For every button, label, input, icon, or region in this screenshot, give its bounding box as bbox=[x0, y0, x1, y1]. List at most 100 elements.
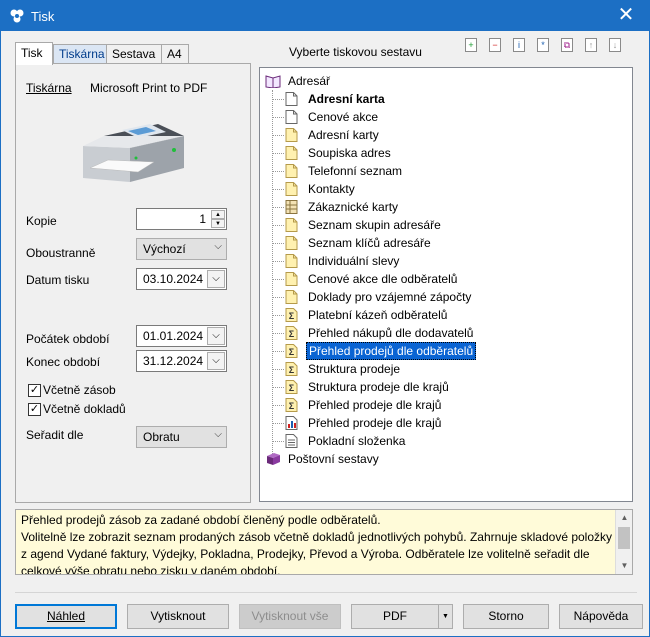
tree-connector bbox=[273, 333, 284, 334]
open-book-icon bbox=[265, 75, 281, 88]
period-end-field[interactable]: 31.12.2024 ⌵ bbox=[136, 350, 227, 372]
star-icon[interactable]: * bbox=[537, 38, 549, 52]
report-icon bbox=[285, 146, 298, 160]
chevron-down-icon[interactable]: ⌵ bbox=[207, 270, 225, 288]
chevron-down-icon[interactable]: ⌵ bbox=[207, 327, 225, 345]
tree-item-label: Cenové akce bbox=[308, 110, 379, 124]
tree-item-label: Pokladní složenka bbox=[308, 434, 406, 448]
tab-tiskarna[interactable]: Tiskárna bbox=[53, 44, 107, 64]
move-down-icon[interactable]: ↓ bbox=[609, 38, 621, 52]
printer-link[interactable]: Tiskárna bbox=[26, 81, 72, 95]
cancel-button[interactable]: Storno bbox=[463, 604, 549, 629]
report-icon bbox=[285, 218, 298, 232]
tree-connector bbox=[273, 153, 284, 154]
tree-item-label: Přehled prodejů dle odběratelů bbox=[306, 342, 477, 360]
chevron-down-icon[interactable]: ▼ bbox=[438, 605, 452, 628]
closed-book-icon bbox=[267, 453, 280, 465]
tree-root-label: Adresář bbox=[288, 74, 331, 88]
tree-connector bbox=[273, 369, 284, 370]
description-scrollbar[interactable]: ▲ ▼ bbox=[615, 510, 632, 574]
sort-label: Seřadit dle bbox=[26, 428, 84, 442]
svg-text:Σ: Σ bbox=[289, 311, 295, 321]
tree-connector bbox=[273, 279, 284, 280]
sum-report-icon: Σ bbox=[285, 308, 298, 322]
scroll-thumb[interactable] bbox=[618, 527, 630, 549]
include-docs-checkbox[interactable]: ✓ bbox=[28, 403, 41, 416]
spin-down-icon[interactable]: ▼ bbox=[211, 219, 225, 228]
chevron-down-icon: ⌵ bbox=[214, 429, 222, 440]
duplex-select[interactable]: Výchozí ⌵ bbox=[136, 238, 227, 260]
text-document-icon bbox=[285, 434, 298, 448]
preview-button[interactable]: Náhled bbox=[15, 604, 117, 629]
copy-icon[interactable]: ⧉ bbox=[561, 38, 573, 52]
tree-item-label: Telefonní seznam bbox=[308, 164, 403, 178]
tree-item-label: Adresní karta bbox=[308, 92, 385, 106]
scroll-up-icon[interactable]: ▲ bbox=[616, 510, 632, 526]
tree-connector bbox=[273, 315, 284, 316]
remove-icon[interactable]: − bbox=[489, 38, 501, 52]
tree-connector bbox=[273, 171, 284, 172]
print-settings-panel: Tiskárna Microsoft Print to PDF Kopie 1 … bbox=[15, 63, 251, 503]
report-select-heading: Vyberte tiskovou sestavu bbox=[289, 45, 422, 59]
tree-item-label: Platební kázeň odběratelů bbox=[308, 308, 448, 322]
duplex-label: Oboustranně bbox=[26, 246, 96, 260]
document-icon bbox=[285, 92, 298, 106]
close-icon[interactable]: ✕ bbox=[603, 1, 649, 31]
print-all-button: Vytisknout vše bbox=[239, 604, 341, 629]
chevron-down-icon[interactable]: ⌵ bbox=[207, 352, 225, 370]
copies-spin[interactable]: ▲ ▼ bbox=[211, 210, 225, 228]
tree-connector bbox=[273, 207, 284, 208]
title-bar: Tisk ✕ bbox=[1, 1, 649, 31]
svg-text:Σ: Σ bbox=[289, 383, 295, 393]
chart-report-icon bbox=[285, 416, 298, 430]
tree-item-label: Doklady pro vzájemné zápočty bbox=[308, 290, 472, 304]
tree-item-label: Kontakty bbox=[308, 182, 355, 196]
report-icon bbox=[285, 254, 298, 268]
tab-a4[interactable]: A4 bbox=[161, 44, 189, 64]
include-stock-label: Včetně zásob bbox=[43, 383, 116, 397]
tree-item-label: Přehled nákupů dle dodavatelů bbox=[308, 326, 474, 340]
tab-sestava[interactable]: Sestava bbox=[106, 44, 162, 64]
svg-text:Σ: Σ bbox=[289, 401, 295, 411]
document-icon bbox=[285, 110, 298, 124]
include-stock-checkbox[interactable]: ✓ bbox=[28, 384, 41, 397]
report-icon bbox=[285, 164, 298, 178]
print-button[interactable]: Vytisknout bbox=[127, 604, 229, 629]
tree-item-label: Seznam skupin adresáře bbox=[308, 218, 441, 232]
sort-select[interactable]: Obratu ⌵ bbox=[136, 426, 227, 448]
tree-connector bbox=[273, 225, 284, 226]
period-start-field[interactable]: 01.01.2024 ⌵ bbox=[136, 325, 227, 347]
tab-tisk[interactable]: Tisk bbox=[15, 42, 53, 65]
report-icon bbox=[285, 236, 298, 250]
tree-item-label: Struktura prodeje dle krajů bbox=[308, 380, 449, 394]
help-button[interactable]: Nápověda bbox=[559, 604, 643, 629]
scroll-down-icon[interactable]: ▼ bbox=[616, 558, 632, 574]
report-icon bbox=[285, 290, 298, 304]
svg-text:Σ: Σ bbox=[289, 365, 295, 375]
print-dialog: Tisk ✕ Tisk Tiskárna Sestava A4 Tiskárna… bbox=[0, 0, 650, 637]
tree-item-label: Struktura prodeje bbox=[308, 362, 401, 376]
tree-root-label: Poštovní sestavy bbox=[288, 452, 379, 466]
tree-connector bbox=[273, 189, 284, 190]
print-date-field[interactable]: 03.10.2024 ⌵ bbox=[136, 268, 227, 290]
pdf-button[interactable]: PDF ▼ bbox=[351, 604, 453, 629]
sum-report-icon: Σ bbox=[285, 362, 298, 376]
spin-up-icon[interactable]: ▲ bbox=[211, 210, 225, 219]
tree-connector bbox=[273, 243, 284, 244]
table-icon bbox=[285, 200, 298, 214]
tree-connector bbox=[273, 351, 284, 352]
move-up-icon[interactable]: ↑ bbox=[585, 38, 597, 52]
tree-connector bbox=[273, 261, 284, 262]
description-line: Přehled prodejů zásob za zadané období č… bbox=[21, 513, 381, 527]
copies-label: Kopie bbox=[26, 214, 57, 228]
copies-stepper[interactable]: 1 ▲ ▼ bbox=[136, 208, 227, 230]
printer-app-icon bbox=[10, 9, 24, 23]
add-icon[interactable]: + bbox=[465, 38, 477, 52]
report-tree[interactable]: Adresář Adresní karta Cenové akce Adresní … bbox=[259, 67, 633, 502]
info-icon[interactable]: i bbox=[513, 38, 525, 52]
tree-connector bbox=[273, 297, 284, 298]
tree-item-label: Individuální slevy bbox=[308, 254, 400, 268]
tree-item-label: Cenové akce dle odběratelů bbox=[308, 272, 458, 286]
tree-connector bbox=[273, 99, 284, 100]
sum-report-icon: Σ bbox=[285, 380, 298, 394]
